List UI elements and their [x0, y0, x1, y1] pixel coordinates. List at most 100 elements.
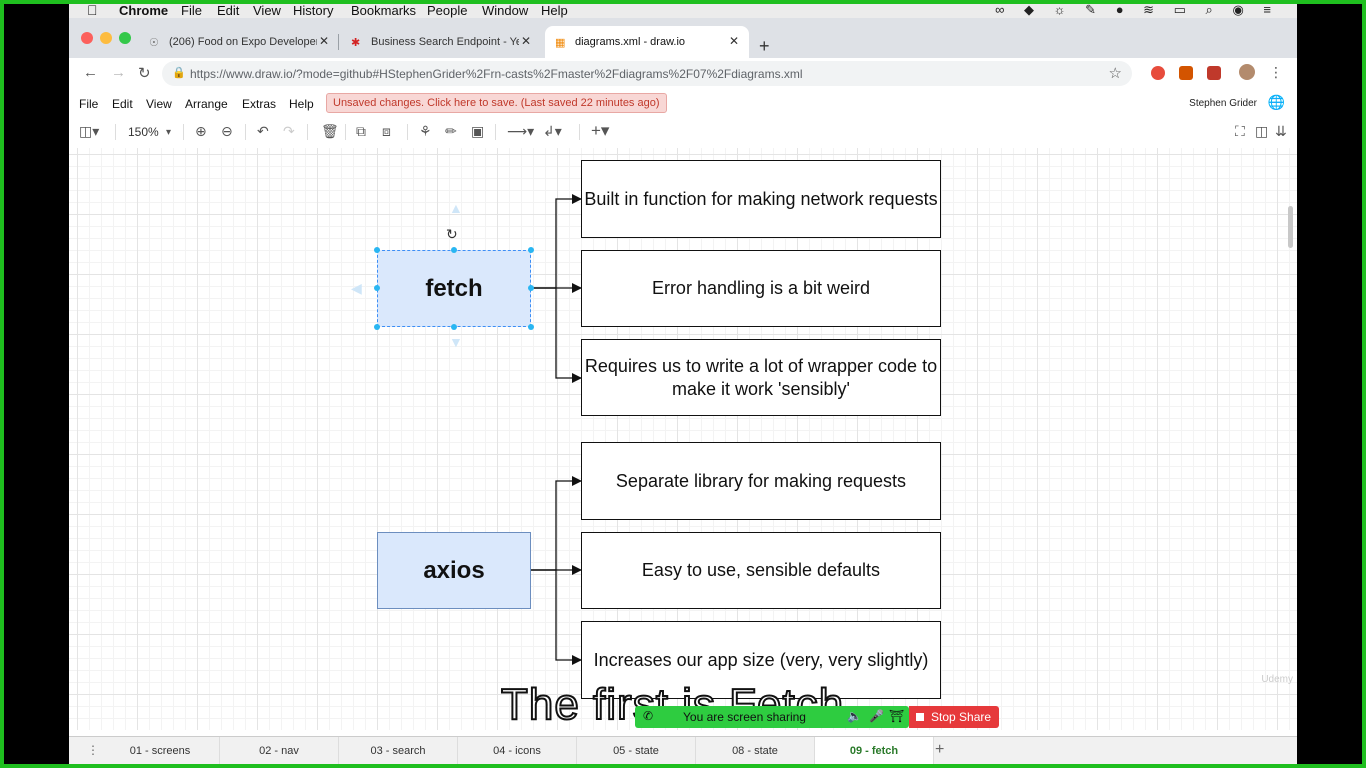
extension-icon[interactable] [1151, 66, 1165, 80]
mac-menubar:  Chrome File Edit View History Bookmark… [69, 4, 1297, 18]
waypoints-icon[interactable]: ↲▾ [543, 123, 562, 140]
tab-expo[interactable]: ☉ (206) Food on Expo Developer ✕ [139, 26, 339, 58]
page-tab-state-2[interactable]: 08 - state [696, 737, 815, 764]
menu-file[interactable]: File [181, 4, 202, 18]
connection-icon[interactable]: ⟶▾ [507, 123, 534, 140]
drawio-menu-view[interactable]: View [146, 97, 172, 111]
axios-point-1[interactable]: Separate library for making requests [581, 442, 941, 520]
undo-icon[interactable]: ↶ [257, 123, 269, 140]
resize-handle[interactable] [374, 324, 380, 330]
toolbar-divider [245, 124, 246, 140]
menu-help[interactable]: Help [541, 4, 568, 18]
minimize-window-icon[interactable] [100, 32, 112, 44]
menu-people[interactable]: People [427, 4, 467, 18]
unsaved-changes-notice[interactable]: Unsaved changes. Click here to save. (La… [326, 93, 667, 113]
lock-icon[interactable]: 🔒 [172, 66, 186, 79]
page-tab-state[interactable]: 05 - state [577, 737, 696, 764]
page-tab-fetch[interactable]: 09 - fetch [815, 737, 934, 764]
forward-icon[interactable]: → [111, 64, 126, 81]
resize-handle[interactable] [528, 324, 534, 330]
mic-muted-icon[interactable]: 🎤 [869, 709, 884, 723]
collapse-icon[interactable]: ⇊ [1275, 123, 1287, 140]
toolbar-divider [495, 124, 496, 140]
vertical-scrollbar[interactable] [1288, 206, 1293, 248]
page-tab-nav[interactable]: 02 - nav [220, 737, 339, 764]
menu-view[interactable]: View [253, 4, 281, 18]
apple-icon[interactable]:  [87, 4, 98, 18]
drawio-menu-arrange[interactable]: Arrange [185, 97, 228, 111]
menu-edit[interactable]: Edit [217, 4, 239, 18]
fetch-point-1[interactable]: Built in function for making network req… [581, 160, 941, 238]
hover-arrow-left-icon[interactable]: ◀ [351, 280, 362, 297]
menu-window[interactable]: Window [482, 4, 528, 18]
resize-handle[interactable] [528, 285, 534, 291]
address-bar[interactable]: 🔒 https://www.draw.io/?mode=github#HStep… [162, 61, 1132, 86]
resize-handle[interactable] [528, 247, 534, 253]
close-icon[interactable]: ✕ [521, 34, 531, 48]
resize-handle[interactable] [374, 285, 380, 291]
diagram-canvas[interactable]: fetch ↻ ▲ ▼ ◀ Built in function for maki… [69, 148, 1297, 730]
close-icon[interactable]: ✕ [319, 34, 329, 48]
close-icon[interactable]: ✕ [729, 34, 739, 48]
resize-handle[interactable] [451, 324, 457, 330]
profile-avatar[interactable] [1239, 64, 1255, 80]
menu-history[interactable]: History [293, 4, 333, 18]
extension-icon[interactable] [1179, 66, 1193, 80]
url-text[interactable]: https://www.draw.io/?mode=github#HStephe… [190, 67, 803, 81]
page-tab-icons[interactable]: 04 - icons [458, 737, 577, 764]
drawio-menu-edit[interactable]: Edit [112, 97, 133, 111]
to-front-icon[interactable]: ⧉ [356, 123, 366, 140]
zoom-out-icon[interactable]: ⊖ [221, 123, 233, 140]
fill-color-icon[interactable]: ⚘ [419, 123, 432, 140]
zoom-level[interactable]: 150% [128, 125, 159, 139]
pages-menu-icon[interactable]: ⋮ [87, 743, 99, 757]
chevron-down-icon[interactable]: ▾ [166, 127, 171, 138]
insert-icon[interactable]: +▾ [591, 121, 609, 141]
new-tab-icon[interactable]: + [759, 36, 770, 57]
fetch-node[interactable]: fetch [377, 250, 531, 327]
shield-icon[interactable]: ⛩ [889, 709, 904, 723]
rotate-handle-icon[interactable]: ↻ [446, 226, 458, 243]
to-back-icon[interactable]: ⧈ [382, 123, 391, 140]
resize-handle[interactable] [374, 247, 380, 253]
drawio-menu-help[interactable]: Help [289, 97, 314, 111]
extension-icon[interactable] [1207, 66, 1221, 80]
stop-share-button[interactable]: Stop Share [909, 706, 999, 728]
page-tab-search[interactable]: 03 - search [339, 737, 458, 764]
menu-bookmarks[interactable]: Bookmarks [351, 4, 416, 18]
redo-icon[interactable]: ↷ [283, 123, 295, 140]
fullscreen-icon[interactable]: ⛶ [1235, 123, 1245, 140]
add-page-icon[interactable]: + [935, 741, 944, 759]
axios-point-2[interactable]: Easy to use, sensible defaults [581, 532, 941, 609]
status-icons[interactable]: ∞ ◆ ☼ ✎ ● ≋ ▭ ⌕ ◉ ≡ [995, 4, 1279, 18]
page-tab-screens[interactable]: 01 - screens [101, 737, 220, 764]
drawio-menu-extras[interactable]: Extras [242, 97, 276, 111]
resize-handle[interactable] [451, 247, 457, 253]
drawio-menu-file[interactable]: File [79, 97, 98, 111]
fetch-point-3[interactable]: Requires us to write a lot of wrapper co… [581, 339, 941, 416]
line-color-icon[interactable]: ✏ [445, 123, 457, 140]
delete-icon[interactable]: 🗑 [321, 123, 339, 140]
close-window-icon[interactable] [81, 32, 93, 44]
tab-drawio[interactable]: ▦ diagrams.xml - draw.io ✕ [545, 26, 749, 58]
tab-yelp[interactable]: ✱ Business Search Endpoint - Ye ✕ [341, 26, 541, 58]
split-panel-icon[interactable]: ◫ [1255, 123, 1268, 140]
speaker-icon[interactable]: 🔈 [847, 709, 862, 723]
zoom-in-icon[interactable]: ⊕ [195, 123, 207, 140]
fetch-point-2[interactable]: Error handling is a bit weird [581, 250, 941, 327]
hover-arrow-down-icon[interactable]: ▼ [449, 334, 463, 350]
more-menu-icon[interactable]: ⋮ [1269, 64, 1283, 81]
user-name[interactable]: Stephen Grider [1189, 98, 1257, 109]
axios-node[interactable]: axios [377, 532, 531, 609]
zoom-window-icon[interactable] [119, 32, 131, 44]
bookmark-star-icon[interactable]: ☆ [1109, 64, 1122, 82]
toolbar-divider [183, 124, 184, 140]
reload-icon[interactable]: ↻ [138, 64, 151, 82]
menu-app-name[interactable]: Chrome [119, 4, 168, 18]
hover-arrow-up-icon[interactable]: ▲ [449, 200, 463, 216]
edge-fetch-3 [531, 287, 582, 383]
back-icon[interactable]: ← [83, 64, 98, 81]
globe-icon[interactable]: 🌐 [1268, 94, 1285, 111]
shadow-icon[interactable]: ▣ [471, 123, 484, 140]
format-panel-icon[interactable]: ◫▾ [79, 123, 99, 140]
